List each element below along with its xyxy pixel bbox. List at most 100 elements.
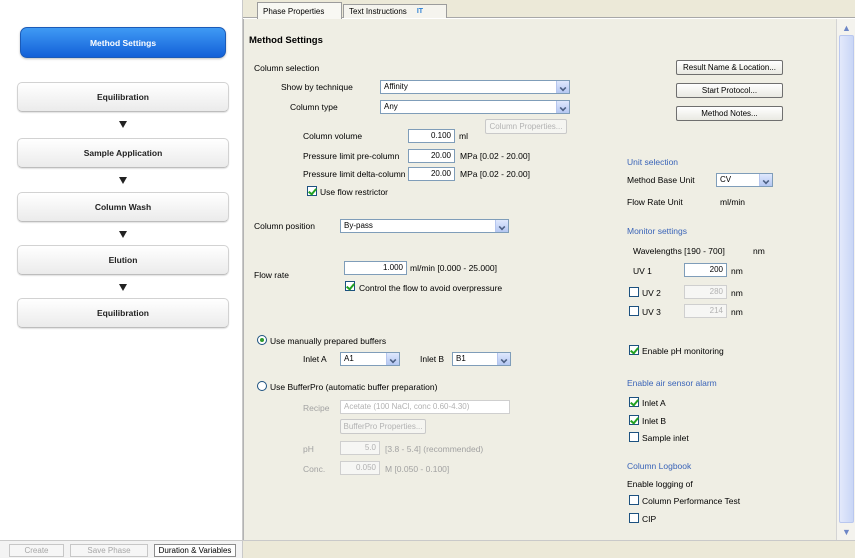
uv2-field[interactable]: 280: [684, 285, 727, 299]
enable-logging-label: Enable logging of: [627, 479, 693, 489]
uv3-field[interactable]: 214: [684, 304, 727, 318]
status-bar: [243, 540, 855, 558]
pressure-pre-range: MPa [0.02 - 20.00]: [460, 151, 530, 161]
inlet-a-select[interactable]: A1: [340, 352, 400, 366]
sample-inlet-checkbox[interactable]: [629, 432, 639, 442]
recipe-select[interactable]: Acetate (100 NaCl, conc 0.60-4.30): [340, 400, 510, 414]
wavelengths-label: Wavelengths [190 - 700]: [633, 246, 725, 256]
flow-unit-value: ml/min: [720, 197, 746, 207]
step-elution[interactable]: Elution: [17, 245, 229, 275]
step-label: Equilibration: [97, 92, 149, 102]
column-properties-button[interactable]: Column Properties...: [485, 119, 567, 134]
uv3-label: UV 3: [642, 307, 661, 317]
save-phase-button[interactable]: Save Phase: [70, 544, 148, 557]
technique-select[interactable]: Affinity: [380, 80, 570, 94]
ph-range: [3.8 - 5.4] (recommended): [385, 444, 484, 454]
uv1-field[interactable]: 200: [684, 263, 727, 277]
conc-range: M [0.050 - 0.100]: [385, 464, 450, 474]
unit-selection-heading: Unit selection: [627, 157, 679, 167]
tab-text-instructions[interactable]: Text Instructions IT: [343, 4, 447, 18]
bufferpro-properties-button[interactable]: BufferPro Properties...: [340, 419, 426, 434]
tab-label: Text Instructions: [349, 7, 407, 16]
conc-field[interactable]: 0.050: [340, 461, 380, 475]
air-inlet-b-checkbox[interactable]: [629, 415, 639, 425]
inlet-b-select[interactable]: B1: [452, 352, 511, 366]
inlet-a-label: Inlet A: [303, 354, 327, 364]
conc-label: Conc.: [303, 464, 326, 474]
air-inlet-a-checkbox[interactable]: [629, 397, 639, 407]
bufferpro-radio[interactable]: [257, 381, 267, 391]
base-unit-value: CV: [720, 175, 732, 184]
chevron-down-icon: [386, 353, 399, 365]
uv2-checkbox[interactable]: [629, 287, 639, 297]
scroll-thumb[interactable]: [839, 35, 854, 523]
manual-buffers-label: Use manually prepared buffers: [270, 336, 387, 346]
flow-restrictor-checkbox[interactable]: [307, 186, 317, 196]
scroll-up-icon[interactable]: ▲: [840, 21, 853, 34]
column-position-select[interactable]: By-pass: [340, 219, 509, 233]
recipe-label: Recipe: [303, 403, 330, 413]
step-equilibration[interactable]: Equilibration: [17, 82, 229, 112]
monitor-settings-heading: Monitor settings: [627, 226, 687, 236]
vertical-scrollbar[interactable]: ▲ ▼: [836, 19, 855, 540]
air-sensor-heading: Enable air sensor alarm: [627, 378, 717, 388]
down-arrow-icon: [119, 284, 127, 291]
column-type-select[interactable]: Any: [380, 100, 570, 114]
step-equilibration-final[interactable]: Equilibration: [17, 298, 229, 328]
create-button[interactable]: Create: [9, 544, 64, 557]
uv3-checkbox[interactable]: [629, 306, 639, 316]
column-volume-field[interactable]: 0.100: [408, 129, 455, 143]
flow-unit-label: Flow Rate Unit: [627, 197, 683, 207]
pressure-delta-field[interactable]: 20.00: [408, 167, 455, 181]
recipe-value: Acetate (100 NaCl, conc 0.60-4.30): [344, 402, 470, 411]
base-unit-label: Method Base Unit: [627, 175, 695, 185]
bufferpro-label: Use BufferPro (automatic buffer preparat…: [270, 382, 438, 392]
flow-rate-label: Flow rate: [254, 270, 289, 280]
column-logbook-heading: Column Logbook: [627, 461, 692, 471]
ph-monitoring-label: Enable pH monitoring: [642, 346, 724, 356]
pressure-pre-label: Pressure limit pre-column: [303, 151, 400, 161]
result-name-button[interactable]: Result Name & Location...: [676, 60, 783, 75]
pressure-delta-label: Pressure limit delta-column: [303, 169, 406, 179]
tab-label: Phase Properties: [263, 6, 325, 16]
flow-restrictor-label: Use flow restrictor: [320, 187, 389, 197]
column-volume-unit: ml: [459, 131, 468, 141]
tab-phase-properties[interactable]: Phase Properties: [257, 2, 342, 19]
uv1-unit: nm: [731, 266, 743, 276]
ph-field[interactable]: 5.0: [340, 441, 380, 455]
down-arrow-icon: [119, 177, 127, 184]
chevron-down-icon: [495, 220, 508, 232]
flow-rate-field[interactable]: 1.000: [344, 261, 407, 275]
chevron-down-icon: [497, 353, 510, 365]
uv1-label: UV 1: [633, 266, 652, 276]
ph-monitoring-checkbox[interactable]: [629, 345, 639, 355]
uv3-unit: nm: [731, 307, 743, 317]
column-type-value: Any: [384, 102, 398, 111]
phase-flow-panel: Method Settings Equilibration Sample App…: [0, 0, 243, 540]
wavelengths-unit: nm: [753, 246, 765, 256]
method-notes-button[interactable]: Method Notes...: [676, 106, 783, 121]
step-label: Column Wash: [94, 202, 152, 212]
step-column-wash[interactable]: Column Wash: [17, 192, 229, 222]
control-flow-checkbox[interactable]: [345, 281, 355, 291]
control-flow-label: Control the flow to avoid overpressure: [359, 283, 503, 293]
method-settings-panel: Method Settings Column selection Show by…: [243, 19, 843, 540]
flow-rate-range: ml/min [0.000 - 25.000]: [410, 263, 497, 273]
step-label: Elution: [108, 255, 138, 265]
column-type-label: Column type: [290, 102, 338, 112]
step-method-settings[interactable]: Method Settings: [20, 27, 226, 58]
step-sample-application[interactable]: Sample Application: [17, 138, 229, 168]
column-position-label: Column position: [254, 221, 315, 231]
tab-strip: Phase Properties Text Instructions IT: [243, 0, 855, 19]
base-unit-select[interactable]: CV: [716, 173, 773, 187]
air-inlet-a-label: Inlet A: [642, 398, 666, 408]
manual-buffers-radio[interactable]: [257, 335, 267, 345]
performance-test-checkbox[interactable]: [629, 495, 639, 505]
text-instructions-icon: IT: [416, 8, 424, 15]
air-inlet-b-label: Inlet B: [642, 416, 667, 426]
duration-variables-button[interactable]: Duration & Variables: [154, 544, 236, 557]
scroll-down-icon[interactable]: ▼: [840, 525, 853, 538]
start-protocol-button[interactable]: Start Protocol...: [676, 83, 783, 98]
pressure-pre-field[interactable]: 20.00: [408, 149, 455, 163]
cip-checkbox[interactable]: [629, 513, 639, 523]
